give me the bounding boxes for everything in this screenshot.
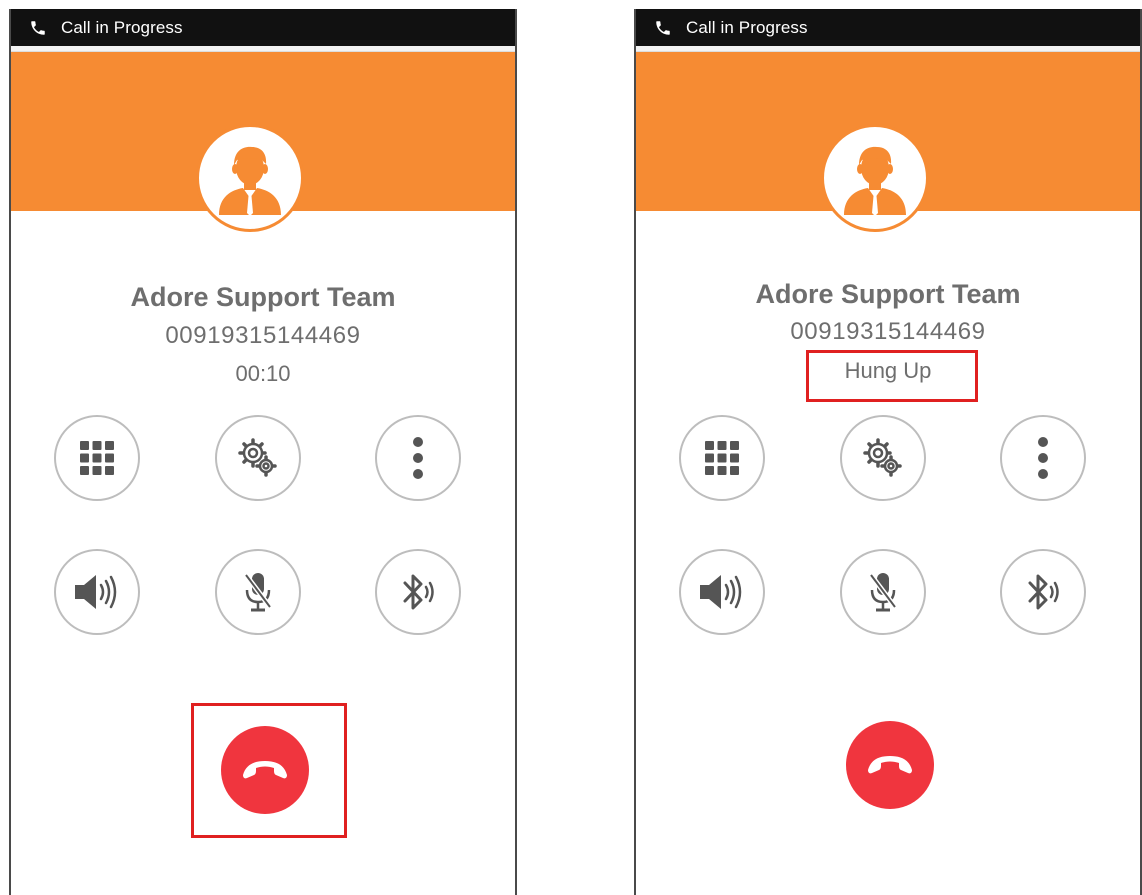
phone-icon [654,19,672,37]
mute-microphone-icon [869,573,897,612]
speaker-icon [700,575,742,609]
contact-number: 00919315144469 [790,318,986,345]
highlight-call-status [806,350,978,402]
mute-button[interactable] [840,549,926,635]
settings-button[interactable] [840,415,926,501]
dialpad-icon [80,441,114,475]
contact-name: Adore Support Team [755,279,1021,309]
highlight-end-call [191,703,347,838]
speaker-button[interactable] [679,549,765,635]
phone-icon [29,19,47,37]
bluetooth-button[interactable] [1000,549,1086,635]
more-vertical-icon [1038,437,1048,479]
settings-gears-icon [238,438,277,477]
person-icon [844,146,906,216]
dialpad-button[interactable] [679,415,765,501]
mute-button[interactable] [215,549,301,635]
contact-number: 00919315144469 [165,322,361,349]
bluetooth-icon [1028,574,1059,610]
bluetooth-icon [403,574,434,610]
speaker-button[interactable] [54,549,140,635]
contact-name: Adore Support Team [130,282,396,312]
bluetooth-button[interactable] [375,549,461,635]
status-bar-text: Call in Progress [686,17,808,37]
more-vertical-icon [413,437,423,479]
call-timer: 00:10 [235,361,291,386]
more-options-button[interactable] [1000,415,1086,501]
contact-avatar [821,124,929,232]
call-screen-in-progress: Call in Progress Adore Support Team 0091… [9,9,517,895]
status-bar: Call in Progress [11,9,515,46]
person-icon [219,146,281,216]
settings-button[interactable] [215,415,301,501]
hang-up-icon [868,756,912,774]
contact-avatar [196,124,304,232]
status-bar-text: Call in Progress [61,17,183,37]
settings-gears-icon [863,438,902,477]
call-screen-hung-up: Call in Progress Adore Support Team 0091… [634,9,1142,895]
status-bar: Call in Progress [636,9,1140,46]
dialpad-button[interactable] [54,415,140,501]
end-call-button[interactable] [846,721,934,809]
more-options-button[interactable] [375,415,461,501]
speaker-icon [75,575,117,609]
mute-microphone-icon [244,573,272,612]
dialpad-icon [705,441,739,475]
